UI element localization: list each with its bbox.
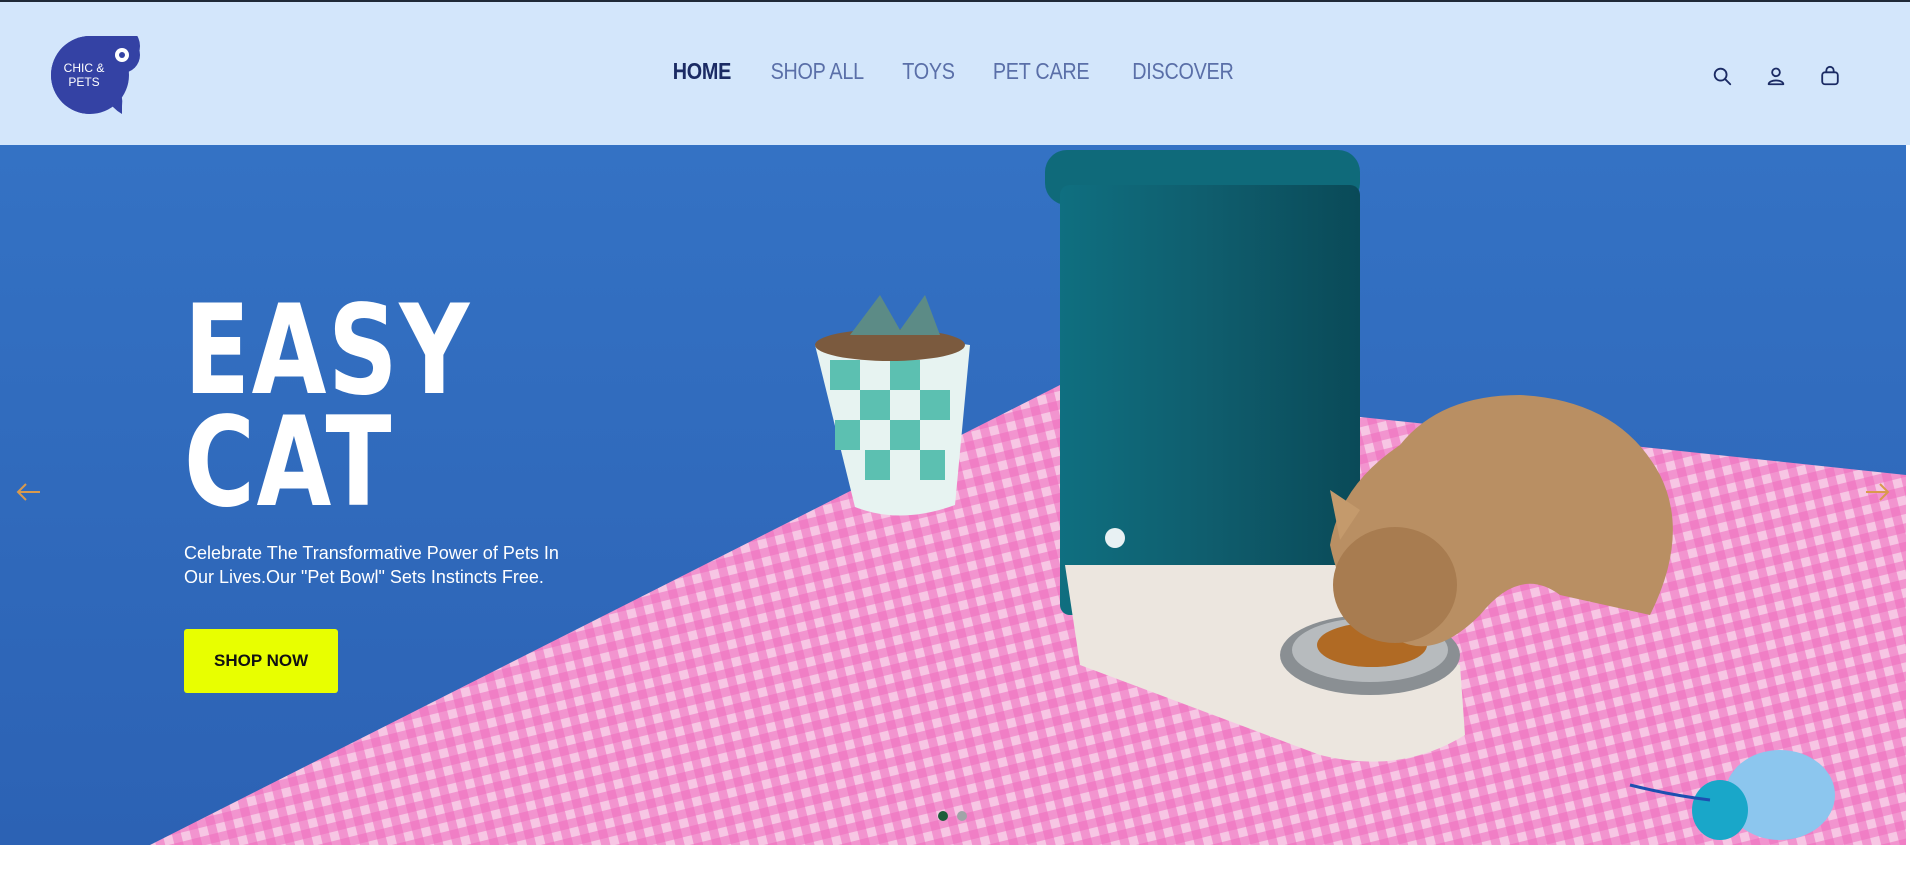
- hero-description: Celebrate The Transformative Power of Pe…: [184, 543, 559, 587]
- shop-now-button[interactable]: SHOP NOW: [184, 629, 339, 693]
- slider-dot-1[interactable]: [938, 811, 948, 821]
- slider-pagination: [938, 811, 967, 821]
- account-button[interactable]: [1762, 62, 1790, 90]
- hero-slider: EASY CAT Celebrate The Transformative Po…: [0, 145, 1906, 845]
- arrow-left-icon: [16, 483, 40, 501]
- nav-item-pet-care[interactable]: PET CARE: [993, 58, 1090, 85]
- slider-next-button[interactable]: [1860, 475, 1894, 509]
- hero-content: EASY CAT Celebrate The Transformative Po…: [184, 289, 604, 693]
- page-content-below: [0, 845, 1910, 873]
- cart-icon: [1821, 65, 1839, 86]
- arrow-right-icon: [1866, 483, 1890, 501]
- hero-title: EASY CAT: [184, 289, 512, 535]
- slider-dot-2[interactable]: [957, 811, 967, 821]
- header-actions: [1708, 62, 1844, 90]
- site-header: CHIC & PETS HOME SHOP ALL TOYS PET CARE …: [0, 2, 1910, 145]
- nav-item-shop-all[interactable]: SHOP ALL: [770, 58, 864, 85]
- account-icon: [1767, 67, 1785, 86]
- main-nav: HOME SHOP ALL TOYS PET CARE DISCOVER: [0, 58, 1910, 85]
- nav-item-home[interactable]: HOME: [673, 58, 732, 85]
- search-icon: [1713, 67, 1732, 86]
- hero-title-line2: CAT: [184, 391, 393, 535]
- cart-button[interactable]: [1816, 62, 1844, 90]
- nav-item-discover[interactable]: DISCOVER: [1132, 58, 1234, 85]
- nav-item-toys[interactable]: TOYS: [902, 58, 955, 85]
- search-button[interactable]: [1708, 62, 1736, 90]
- slider-prev-button[interactable]: [12, 475, 46, 509]
